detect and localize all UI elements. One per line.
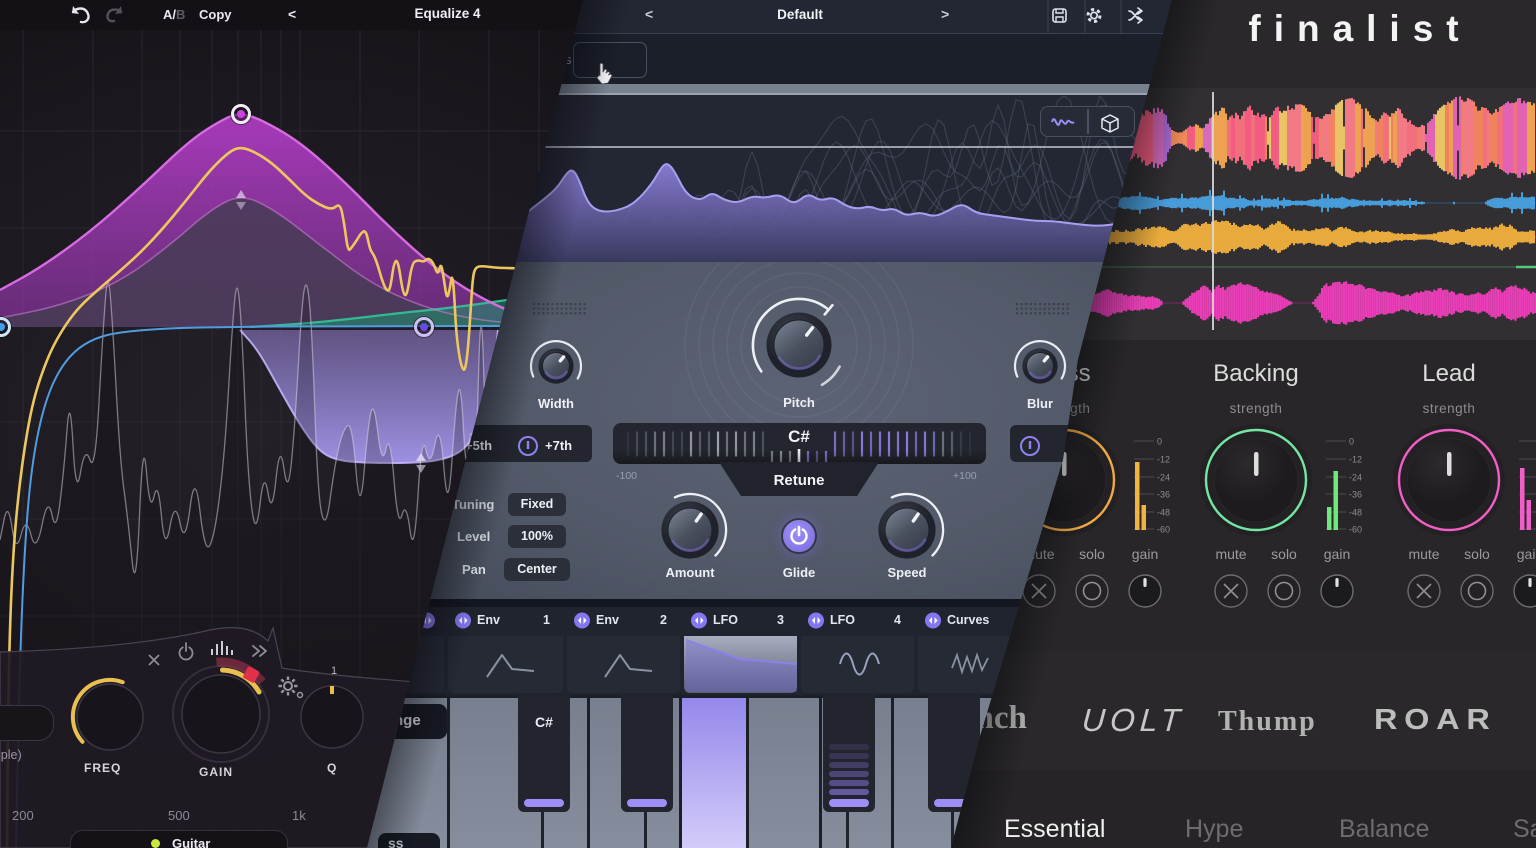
- svg-text:-36: -36: [1157, 490, 1170, 500]
- svg-text:0: 0: [1157, 437, 1162, 447]
- svg-text:-24: -24: [1349, 473, 1362, 483]
- svg-text:0: 0: [1349, 437, 1354, 447]
- svg-text:-48: -48: [1349, 508, 1362, 518]
- svg-text:-60: -60: [1157, 525, 1170, 535]
- svg-text:-36: -36: [1349, 490, 1362, 500]
- svg-text:-60: -60: [1349, 525, 1362, 535]
- svg-text:1: 1: [331, 665, 337, 677]
- svg-text:-12: -12: [1157, 455, 1170, 465]
- svg-text:-24: -24: [1157, 473, 1170, 483]
- svg-text:-48: -48: [1157, 508, 1170, 518]
- svg-text:-12: -12: [1349, 455, 1362, 465]
